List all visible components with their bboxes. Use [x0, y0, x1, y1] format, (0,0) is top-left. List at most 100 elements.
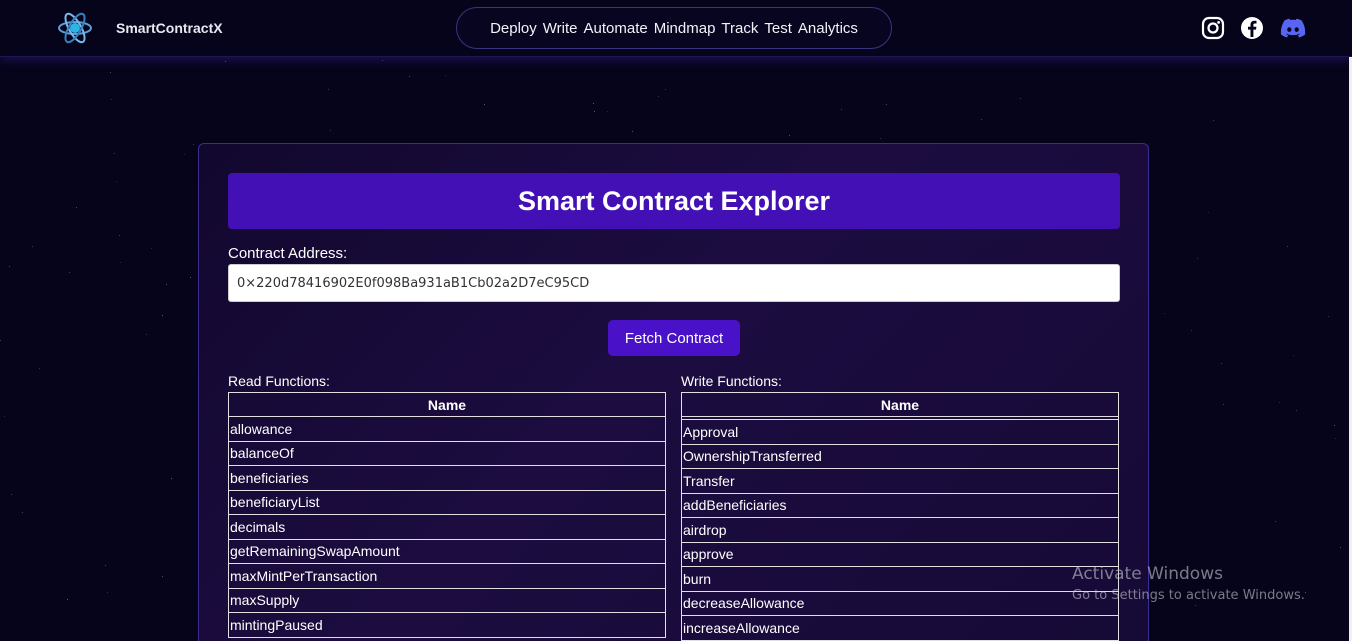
- star: [190, 277, 191, 278]
- star: [1293, 355, 1294, 356]
- table-row[interactable]: addBeneficiaries: [681, 492, 1119, 518]
- star: [1223, 404, 1224, 405]
- contract-explorer-card: Smart Contract Explorer Contract Address…: [198, 143, 1149, 641]
- star: [22, 512, 23, 513]
- activate-windows-watermark: Activate Windows Go to Settings to activ…: [1072, 564, 1305, 603]
- write-function-name[interactable]: Approval: [681, 419, 1119, 445]
- read-function-name[interactable]: beneficiaryList: [228, 489, 666, 515]
- table-row[interactable]: beneficiaryList: [228, 489, 666, 515]
- star: [120, 262, 121, 263]
- table-row[interactable]: increaseAllowance: [681, 615, 1119, 641]
- write-function-name[interactable]: OwnershipTransferred: [681, 443, 1119, 469]
- star: [67, 599, 68, 600]
- instagram-icon[interactable]: [1201, 16, 1225, 40]
- table-row[interactable]: allowance: [228, 416, 666, 442]
- table-row[interactable]: approve: [681, 541, 1119, 567]
- nav-track[interactable]: Track: [718, 20, 761, 37]
- nav-analytics[interactable]: Analytics: [795, 20, 861, 37]
- write-functions-label: Write Functions:: [681, 373, 782, 389]
- star: [1305, 592, 1306, 593]
- write-name-header: Name: [681, 392, 1119, 417]
- star: [382, 60, 383, 61]
- read-function-name[interactable]: allowance: [228, 416, 666, 442]
- table-row[interactable]: OwnershipTransferred: [681, 443, 1119, 469]
- star: [107, 592, 108, 593]
- atom-logo-icon: [58, 12, 92, 44]
- star: [162, 576, 163, 577]
- nav-deploy[interactable]: Deploy: [487, 20, 540, 37]
- star: [32, 246, 33, 247]
- nav-test[interactable]: Test: [761, 20, 795, 37]
- nav-write[interactable]: Write: [540, 20, 581, 37]
- page-title: Smart Contract Explorer: [517, 185, 831, 216]
- star: [328, 89, 329, 90]
- read-functions-label: Read Functions:: [228, 373, 330, 389]
- card-header: Smart Contract Explorer: [228, 173, 1120, 229]
- star: [110, 72, 111, 73]
- read-function-name[interactable]: maxMintPerTransaction: [228, 563, 666, 589]
- fetch-contract-button[interactable]: Fetch Contract: [608, 320, 740, 356]
- write-function-name[interactable]: airdrop: [681, 517, 1119, 543]
- read-function-name[interactable]: beneficiaries: [228, 465, 666, 491]
- read-function-name[interactable]: maxSupply: [228, 587, 666, 613]
- star: [658, 96, 659, 97]
- table-row[interactable]: mintingPaused: [228, 612, 666, 638]
- contract-address-label: Contract Address:: [228, 245, 348, 262]
- star: [409, 76, 410, 77]
- star: [484, 104, 485, 105]
- star: [119, 235, 120, 236]
- write-function-name[interactable]: Transfer: [681, 468, 1119, 494]
- star: [665, 89, 666, 90]
- table-row[interactable]: beneficiaries: [228, 465, 666, 491]
- table-row[interactable]: maxMintPerTransaction: [228, 563, 666, 589]
- read-function-name[interactable]: mintingPaused: [228, 612, 666, 638]
- table-row[interactable]: balanceOf: [228, 440, 666, 466]
- contract-address-input[interactable]: [228, 264, 1120, 302]
- read-function-name[interactable]: getRemainingSwapAmount: [228, 538, 666, 564]
- star: [1334, 425, 1335, 426]
- star: [330, 130, 331, 131]
- table-row[interactable]: maxSupply: [228, 587, 666, 613]
- write-function-name[interactable]: increaseAllowance: [681, 615, 1119, 641]
- brand[interactable]: SmartContractX: [56, 9, 223, 47]
- read-function-name[interactable]: decimals: [228, 514, 666, 540]
- star: [607, 111, 608, 112]
- star: [1164, 313, 1165, 314]
- star: [1221, 363, 1222, 364]
- table-row[interactable]: decreaseAllowance: [681, 590, 1119, 616]
- nav-mindmap[interactable]: Mindmap: [651, 20, 719, 37]
- write-function-name[interactable]: addBeneficiaries: [681, 492, 1119, 518]
- table-row[interactable]: getRemainingSwapAmount: [228, 538, 666, 564]
- write-function-name[interactable]: approve: [681, 541, 1119, 567]
- star: [1335, 438, 1336, 439]
- star: [1213, 120, 1214, 121]
- write-function-name[interactable]: decreaseAllowance: [681, 590, 1119, 616]
- star: [593, 103, 594, 104]
- star: [880, 138, 881, 139]
- table-row[interactable]: airdrop: [681, 517, 1119, 543]
- star: [114, 153, 115, 154]
- star: [445, 75, 446, 76]
- star: [1328, 316, 1329, 317]
- discord-icon[interactable]: [1280, 16, 1306, 40]
- table-row[interactable]: decimals: [228, 514, 666, 540]
- table-row[interactable]: Approval: [681, 419, 1119, 445]
- star: [151, 248, 152, 249]
- star: [193, 144, 194, 145]
- watermark-title: Activate Windows: [1072, 564, 1223, 584]
- table-row[interactable]: Transfer: [681, 468, 1119, 494]
- nav-automate[interactable]: Automate: [581, 20, 651, 37]
- table-row[interactable]: burn: [681, 566, 1119, 592]
- write-functions-table: Name Approval OwnershipTransferred Trans…: [681, 392, 1119, 641]
- star: [1296, 410, 1297, 411]
- read-function-name[interactable]: balanceOf: [228, 440, 666, 466]
- star: [171, 478, 172, 479]
- star: [166, 284, 167, 285]
- star: [1195, 605, 1196, 606]
- star: [1275, 521, 1276, 522]
- star: [1287, 246, 1288, 247]
- write-function-name[interactable]: burn: [681, 566, 1119, 592]
- read-name-header: Name: [228, 392, 666, 417]
- navbar: SmartContractX Deploy Write Automate Min…: [0, 0, 1352, 57]
- facebook-icon[interactable]: [1240, 16, 1264, 40]
